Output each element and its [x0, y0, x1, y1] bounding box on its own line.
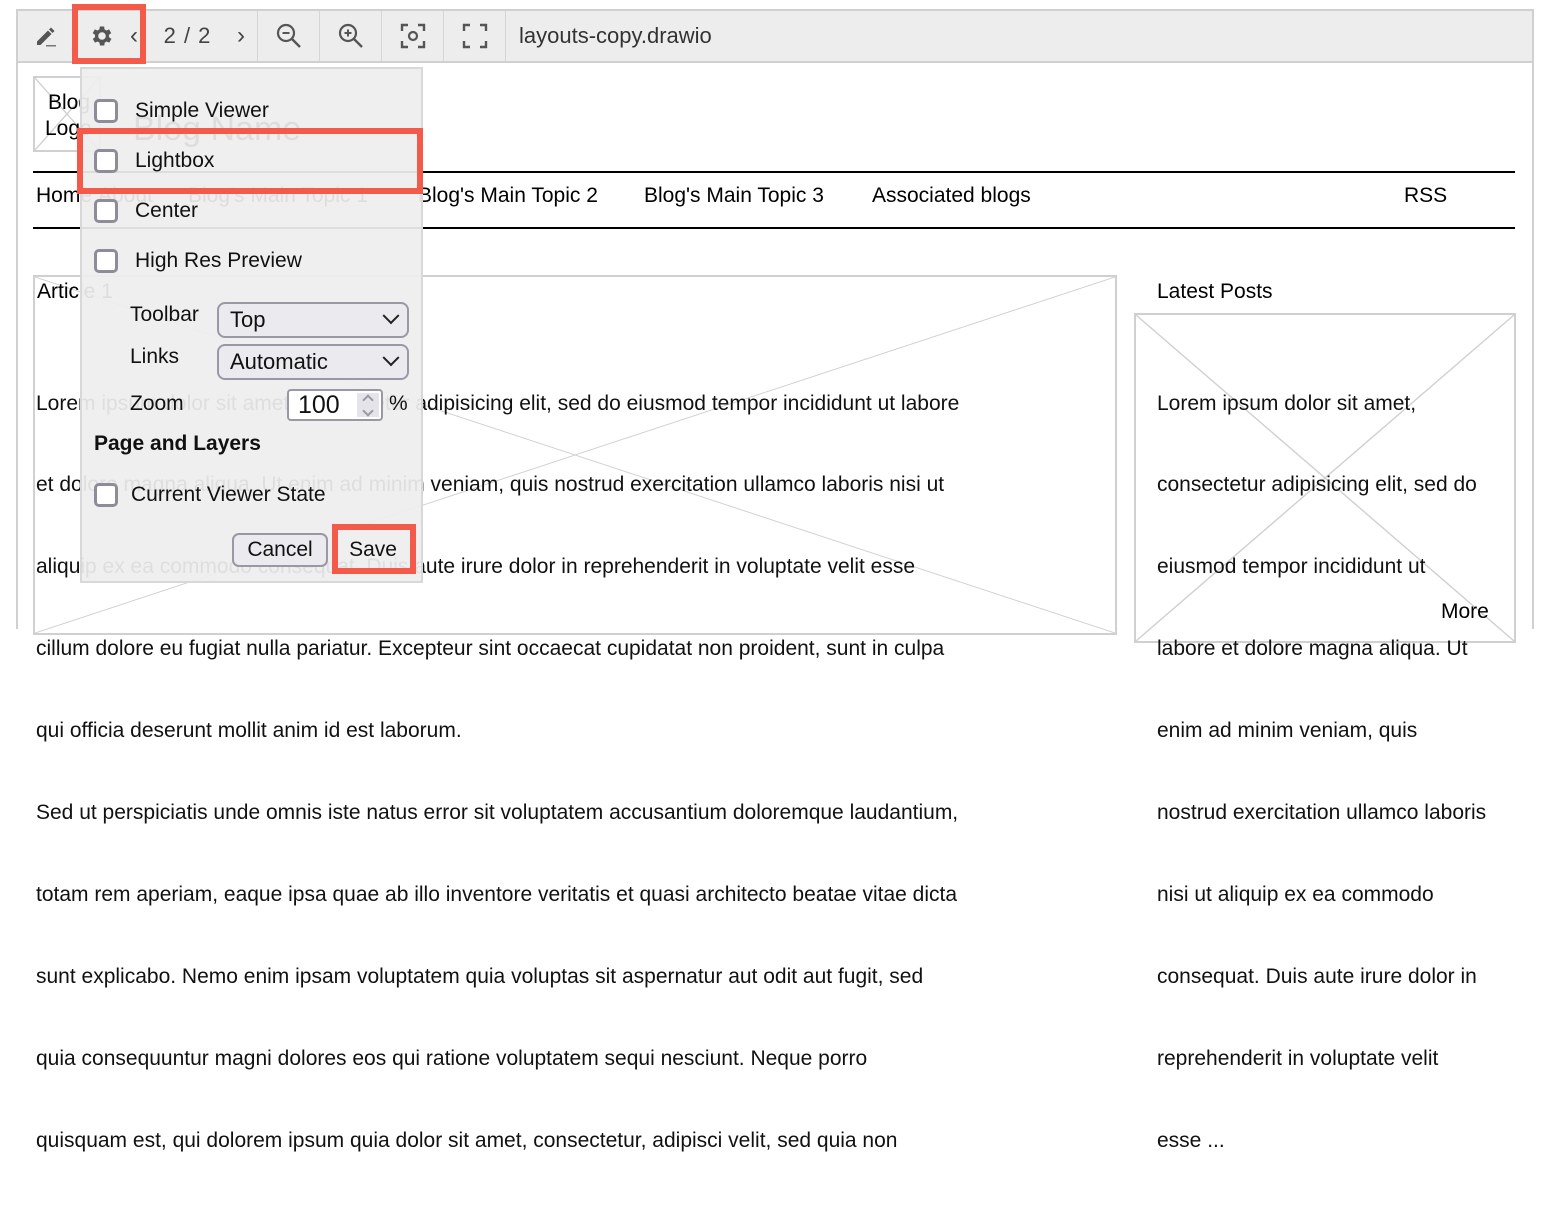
links-label: Links: [130, 345, 180, 368]
chevron-down-icon: [382, 349, 400, 367]
links-select-value: Automatic: [230, 349, 328, 374]
cancel-button[interactable]: Cancel: [232, 533, 328, 567]
high-res-preview-label: High Res Preview: [135, 249, 302, 272]
toolbar-select[interactable]: Top: [217, 302, 409, 338]
chevron-down-icon: [382, 307, 400, 325]
nav-associated-blogs[interactable]: Associated blogs: [872, 184, 1031, 208]
file-name: layouts-copy.drawio: [519, 23, 712, 48]
latest-posts-title: Latest Posts: [1157, 280, 1273, 303]
nav-topic-2[interactable]: Blog's Main Topic 2: [418, 184, 598, 208]
latest-posts-body: Lorem ipsum dolor sit amet, consectetur …: [1157, 391, 1487, 1152]
lightbox-checkbox[interactable]: [94, 149, 118, 173]
zoom-in-button[interactable]: [320, 11, 382, 61]
nav-topic-3[interactable]: Blog's Main Topic 3: [644, 184, 824, 208]
fit-button[interactable]: [382, 11, 444, 61]
more-link[interactable]: More: [1441, 600, 1489, 624]
page-and-layers-heading: Page and Layers: [94, 432, 261, 455]
gear-icon: [92, 26, 112, 46]
fullscreen-icon: [462, 23, 487, 49]
current-viewer-state-option[interactable]: Current Viewer State: [94, 483, 326, 507]
current-viewer-state-checkbox[interactable]: [94, 483, 118, 507]
page-indicator: 2 / 2: [163, 23, 212, 48]
pencil-icon: [37, 27, 56, 47]
links-select[interactable]: Automatic: [217, 344, 409, 380]
settings-popup: Simple Viewer Lightbox Center High Res P…: [80, 67, 423, 583]
settings-button[interactable]: [74, 11, 130, 61]
center-checkbox[interactable]: [94, 199, 118, 223]
center-option[interactable]: Center: [94, 199, 198, 223]
zoom-out-button[interactable]: [258, 11, 320, 61]
lightbox-label: Lightbox: [135, 149, 215, 172]
zoom-input[interactable]: 100: [287, 389, 383, 421]
zoom-stepper[interactable]: [357, 393, 379, 417]
high-res-preview-checkbox[interactable]: [94, 249, 118, 273]
viewer-toolbar: ‹ 2 / 2 › layouts-copy.drawio: [18, 11, 1532, 63]
edit-button[interactable]: [18, 11, 74, 61]
focus-icon: [400, 23, 425, 49]
lightbox-option[interactable]: Lightbox: [94, 149, 214, 173]
toolbar-label: Toolbar: [130, 303, 199, 326]
toolbar-select-value: Top: [230, 307, 266, 332]
page-navigator: ‹ 2 / 2 ›: [130, 11, 258, 61]
zoom-input-value: 100: [298, 390, 340, 419]
high-res-preview-option[interactable]: High Res Preview: [94, 249, 302, 273]
zoom-unit: %: [389, 392, 408, 415]
current-viewer-state-label: Current Viewer State: [131, 483, 326, 506]
zoom-in-icon: [338, 23, 363, 48]
zoom-out-icon: [276, 23, 301, 48]
save-button[interactable]: Save: [342, 533, 404, 567]
next-page-button[interactable]: ›: [237, 22, 245, 50]
fullscreen-button[interactable]: [444, 11, 506, 61]
center-label: Center: [135, 199, 199, 222]
simple-viewer-checkbox[interactable]: [94, 99, 118, 123]
simple-viewer-option[interactable]: Simple Viewer: [94, 99, 269, 123]
nav-rss[interactable]: RSS: [1404, 184, 1447, 208]
simple-viewer-label: Simple Viewer: [135, 99, 269, 122]
prev-page-button[interactable]: ‹: [130, 22, 138, 50]
zoom-label: Zoom: [130, 392, 184, 415]
